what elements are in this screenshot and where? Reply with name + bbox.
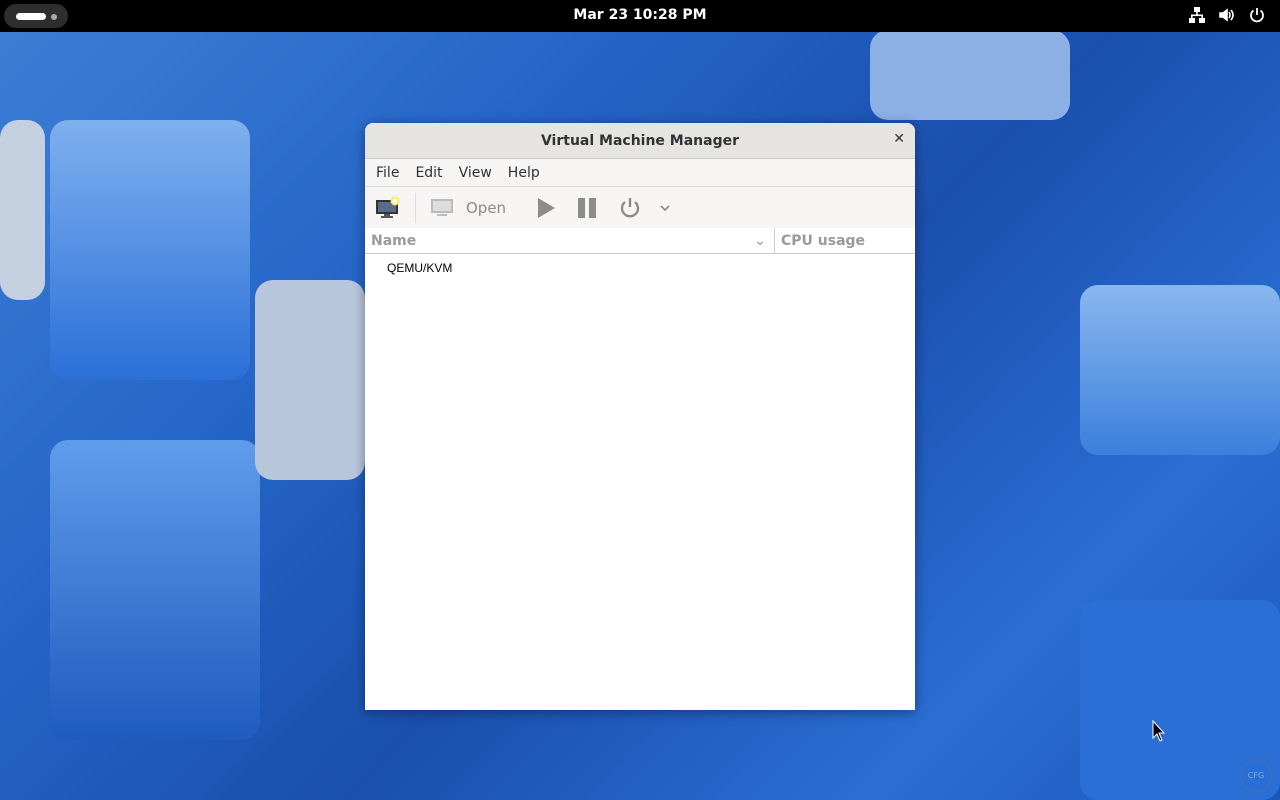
monitor-icon bbox=[430, 197, 456, 219]
toolbar-separator bbox=[415, 193, 416, 223]
close-button[interactable]: ✕ bbox=[893, 131, 905, 147]
menu-view[interactable]: View bbox=[451, 165, 500, 181]
wallpaper-block bbox=[0, 120, 45, 300]
power-icon[interactable] bbox=[618, 196, 642, 220]
system-tray[interactable] bbox=[1188, 6, 1266, 24]
menu-bar: File Edit View Help bbox=[365, 159, 915, 187]
wallpaper-block bbox=[50, 120, 250, 380]
title-bar[interactable]: Virtual Machine Manager ✕ bbox=[365, 123, 915, 159]
window-title: Virtual Machine Manager bbox=[365, 123, 915, 159]
open-button[interactable]: Open bbox=[430, 197, 506, 219]
column-name[interactable]: Name ⌄ bbox=[365, 228, 775, 253]
vm-list-header: Name ⌄ CPU usage bbox=[365, 228, 915, 254]
list-item[interactable]: QEMU/KVM bbox=[365, 254, 915, 282]
column-name-label: Name bbox=[371, 233, 416, 249]
column-cpu-usage[interactable]: CPU usage bbox=[775, 228, 865, 253]
new-vm-icon bbox=[375, 196, 401, 220]
toolbar: Open bbox=[365, 187, 915, 228]
top-bar: Mar 23 10:28 PM bbox=[0, 0, 1280, 32]
new-vm-button[interactable] bbox=[375, 196, 401, 220]
menu-file[interactable]: File bbox=[368, 165, 407, 181]
network-icon bbox=[1188, 6, 1206, 24]
wallpaper-block bbox=[255, 280, 365, 480]
chevron-down-icon[interactable]: ⌄ bbox=[754, 228, 766, 254]
volume-icon bbox=[1218, 6, 1236, 24]
pause-icon[interactable] bbox=[576, 196, 598, 220]
chevron-down-icon[interactable] bbox=[658, 201, 672, 215]
wallpaper-block bbox=[870, 30, 1070, 120]
clock[interactable]: Mar 23 10:28 PM bbox=[0, 7, 1280, 23]
power-icon bbox=[1248, 6, 1266, 24]
menu-help[interactable]: Help bbox=[500, 165, 548, 181]
wallpaper-block bbox=[50, 440, 260, 740]
mouse-cursor-icon bbox=[1152, 720, 1166, 742]
open-label: Open bbox=[466, 199, 506, 217]
virt-manager-window: Virtual Machine Manager ✕ File Edit View… bbox=[365, 123, 915, 710]
play-icon[interactable] bbox=[534, 196, 558, 220]
menu-edit[interactable]: Edit bbox=[407, 165, 450, 181]
watermark-badge: CFG bbox=[1240, 760, 1272, 792]
wallpaper-block bbox=[1080, 285, 1280, 455]
